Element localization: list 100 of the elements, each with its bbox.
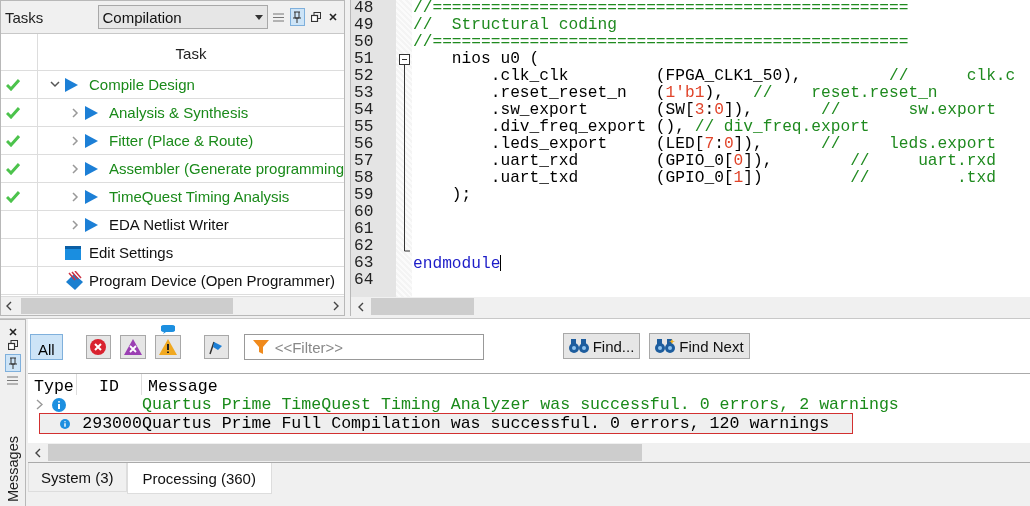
line-number: 49 [354, 17, 375, 34]
close-icon[interactable] [8, 328, 17, 336]
scroll-left-icon[interactable] [6, 301, 12, 311]
line-number: 51 [354, 51, 375, 68]
code-line: // Structural coding [413, 17, 618, 34]
chevron-right-icon[interactable] [71, 163, 79, 174]
filter-field[interactable]: <<Filter>> [243, 334, 484, 360]
play-icon [85, 189, 98, 204]
line-number: 59 [354, 187, 375, 204]
chevron-right-icon[interactable] [71, 135, 79, 146]
flow-dropdown[interactable]: Compilation [97, 5, 269, 29]
column-header: Task [174, 44, 208, 64]
line-number: 56 [354, 136, 375, 153]
critical-warning-icon [123, 339, 142, 355]
restore-icon[interactable] [310, 12, 321, 22]
check-icon [6, 134, 20, 147]
code-line: //================================================= [413, 0, 910, 17]
find-next-button[interactable]: Find Next [649, 333, 750, 359]
line-number: 50 [354, 34, 375, 51]
flag-icon [208, 339, 225, 355]
line-number: 60 [354, 204, 375, 221]
task-label[interactable]: Program Device (Open Programmer) [87, 272, 335, 289]
line-number: 58 [354, 170, 375, 187]
error-filter-button[interactable] [85, 335, 111, 359]
line-number: 54 [354, 102, 375, 119]
chevron-down-icon[interactable] [50, 81, 60, 88]
panel-title: Tasks [5, 8, 45, 26]
play-icon [65, 77, 78, 92]
check-icon [6, 78, 20, 91]
code-line: .leds_export (LED[7:0]), // leds.export [489, 136, 997, 153]
selected-message-row[interactable]: 293000Quartus Prime Full Compilation was successful. 0 errors, 120 warnings [40, 414, 852, 433]
line-number: 63 [354, 255, 375, 272]
tab[interactable]: Processing (360) [126, 463, 272, 494]
scroll-right-icon[interactable] [333, 301, 339, 311]
pin-icon [8, 357, 17, 369]
code-line: .clk_clk (FPGA_CLK1_50), // clk.c [489, 68, 1016, 85]
check-icon [6, 106, 20, 119]
collapse-icon[interactable] [398, 51, 410, 68]
scrollbar-thumb[interactable] [48, 444, 642, 461]
chevron-right-icon[interactable] [71, 219, 79, 230]
task-label[interactable]: Assembler (Generate programming [107, 160, 344, 177]
column-header[interactable]: Message [142, 374, 218, 395]
funnel-icon [252, 340, 269, 354]
line-number: 52 [354, 68, 375, 85]
binoculars-star-icon [655, 339, 676, 353]
line-number: 61 [354, 221, 375, 238]
flag-filter-button[interactable] [203, 335, 229, 359]
pin-button[interactable] [4, 354, 21, 372]
message-text: Quartus Prime Full Compilation was successful. 0 errors, 120 warnings [142, 414, 830, 433]
restore-icon[interactable] [7, 340, 18, 350]
column-header[interactable]: ID [77, 374, 142, 395]
code-line: .div_freq_export (), // div_freq.export [489, 119, 871, 136]
chevron-right-icon[interactable] [71, 107, 79, 118]
code-line: .uart_txd (GPIO_0[1]) // .txd [489, 170, 997, 187]
programmer-icon [65, 270, 85, 291]
play-icon [85, 161, 98, 176]
task-label[interactable]: Analysis & Synthesis [107, 104, 249, 121]
menu-icon[interactable] [273, 12, 285, 22]
scroll-left-icon[interactable] [358, 301, 364, 312]
scrollbar-thumb[interactable] [21, 298, 233, 314]
chevron-right-icon[interactable] [71, 191, 79, 202]
scroll-left-icon[interactable] [35, 447, 41, 458]
close-icon[interactable] [329, 13, 338, 21]
expand-icon[interactable] [36, 399, 43, 410]
line-number: 48 [354, 0, 375, 17]
play-icon [85, 105, 98, 120]
code-line: endmodule [413, 255, 503, 272]
find-button[interactable]: Find... [562, 333, 641, 359]
pin-icon [293, 11, 302, 23]
code-line: .uart_rxd (GPIO_0[0]), // uart.rxd [489, 153, 997, 170]
task-label[interactable]: Edit Settings [87, 244, 174, 261]
tab[interactable]: System (3) [28, 463, 127, 492]
check-icon [6, 190, 20, 203]
task-label[interactable]: TimeQuest Timing Analysis [107, 188, 290, 205]
dropdown-arrow-icon [255, 14, 264, 20]
pin-button[interactable] [289, 8, 306, 26]
line-number: 64 [354, 272, 375, 289]
window-icon [65, 245, 81, 260]
critical-filter-button[interactable] [119, 335, 146, 359]
code-line: .sw_export (SW[3:0]), // sw.export [489, 102, 997, 119]
code-line: .reset_reset_n (1'b1), // reset.reset_n [489, 85, 939, 102]
task-label[interactable]: Compile Design [87, 76, 195, 93]
info-icon [52, 397, 66, 412]
warning-icon [158, 339, 177, 355]
code-line: //================================================= [413, 34, 910, 51]
error-icon [90, 339, 107, 355]
scrollbar-thumb[interactable] [371, 298, 474, 315]
task-label[interactable]: EDA Netlist Writer [107, 216, 229, 233]
line-number: 55 [354, 119, 375, 136]
all-filter-button[interactable]: All [30, 334, 63, 360]
code-line: nios u0 ( [450, 51, 541, 68]
menu-icon[interactable] [7, 376, 18, 385]
play-icon [85, 217, 98, 232]
binoculars-icon [568, 339, 589, 353]
column-header[interactable]: Type [34, 374, 77, 395]
panel-title: Messages [4, 435, 21, 502]
code-line: ); [450, 187, 473, 204]
info-icon [60, 416, 70, 431]
task-label[interactable]: Fitter (Place & Route) [107, 132, 254, 149]
message-id: 293000 [81, 414, 142, 433]
